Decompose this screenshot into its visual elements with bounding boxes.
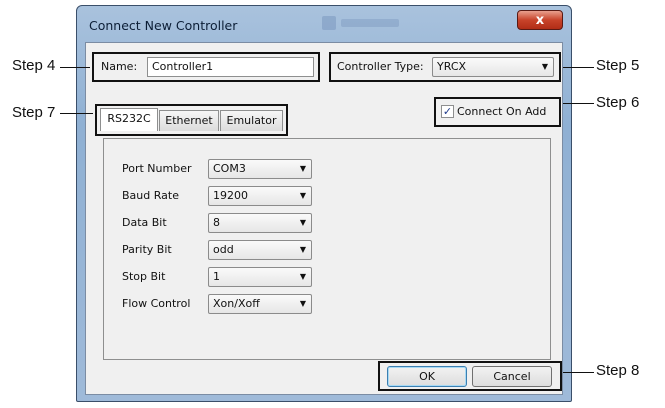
- name-label: Name:: [101, 60, 138, 73]
- check-icon: ✓: [442, 105, 453, 118]
- chevron-down-icon: ▼: [299, 245, 306, 254]
- step-5-callout: Step 5: [596, 57, 640, 74]
- ok-button[interactable]: OK: [387, 366, 467, 387]
- dialog-title: Connect New Controller: [89, 18, 238, 33]
- rs232c-panel: Port Number COM3 ▼ Baud Rate 19200 ▼ Dat…: [103, 138, 551, 360]
- stop-bit-select[interactable]: 1 ▼: [208, 267, 312, 287]
- tab-emulator[interactable]: Emulator: [220, 110, 283, 131]
- port-number-label: Port Number: [122, 162, 192, 175]
- parity-bit-label: Parity Bit: [122, 243, 172, 256]
- chevron-down-icon: ▼: [299, 164, 306, 173]
- connect-on-add-checkbox[interactable]: ✓: [441, 105, 454, 118]
- flow-control-select[interactable]: Xon/Xoff ▼: [208, 294, 312, 314]
- baud-rate-value: 19200: [213, 189, 248, 202]
- port-number-value: COM3: [213, 162, 246, 175]
- controller-type-value: YRCX: [437, 60, 467, 73]
- step-8-callout: Step 8: [596, 362, 640, 379]
- title-bar[interactable]: Connect New Controller x: [77, 6, 571, 42]
- close-icon: x: [535, 13, 545, 28]
- step-4-callout: Step 4: [12, 57, 56, 74]
- step-7-callout: Step 7: [12, 104, 56, 121]
- chevron-down-icon: ▼: [299, 191, 306, 200]
- step-4-leader-line: [60, 67, 90, 68]
- parity-bit-value: odd: [213, 243, 234, 256]
- data-bit-select[interactable]: 8 ▼: [208, 213, 312, 233]
- flow-control-label: Flow Control: [122, 297, 191, 310]
- flow-control-value: Xon/Xoff: [213, 297, 260, 310]
- data-bit-label: Data Bit: [122, 216, 167, 229]
- port-number-select[interactable]: COM3 ▼: [208, 159, 312, 179]
- step-8-leader-line: [563, 372, 594, 373]
- chevron-down-icon: ▼: [299, 218, 306, 227]
- name-input[interactable]: Controller1: [147, 57, 314, 77]
- chevron-down-icon: ▼: [299, 299, 306, 308]
- connect-on-add-label: Connect On Add: [457, 105, 547, 118]
- step-6-callout: Step 6: [596, 94, 640, 111]
- dialog-client-area: Name: Controller1 Controller Type: YRCX …: [85, 42, 563, 395]
- controller-type-select[interactable]: YRCX ▼: [432, 57, 554, 77]
- tab-ethernet[interactable]: Ethernet: [159, 110, 219, 131]
- baud-rate-label: Baud Rate: [122, 189, 179, 202]
- tab-rs232c[interactable]: RS232C: [100, 108, 158, 131]
- close-button[interactable]: x: [517, 10, 563, 30]
- background-window-icon: [322, 16, 336, 30]
- step-7-leader-line: [60, 113, 93, 114]
- cancel-button[interactable]: Cancel: [472, 366, 552, 387]
- stop-bit-label: Stop Bit: [122, 270, 166, 283]
- dialog-window: Connect New Controller x Name: Controlle…: [76, 5, 572, 402]
- stop-bit-value: 1: [213, 270, 220, 283]
- data-bit-value: 8: [213, 216, 220, 229]
- baud-rate-select[interactable]: 19200 ▼: [208, 186, 312, 206]
- chevron-down-icon: ▼: [299, 272, 306, 281]
- parity-bit-select[interactable]: odd ▼: [208, 240, 312, 260]
- background-window-text: [341, 19, 399, 27]
- controller-type-label: Controller Type:: [337, 60, 424, 73]
- step-6-leader-line: [563, 103, 594, 104]
- chevron-down-icon: ▼: [541, 62, 548, 71]
- step-5-leader-line: [563, 67, 594, 68]
